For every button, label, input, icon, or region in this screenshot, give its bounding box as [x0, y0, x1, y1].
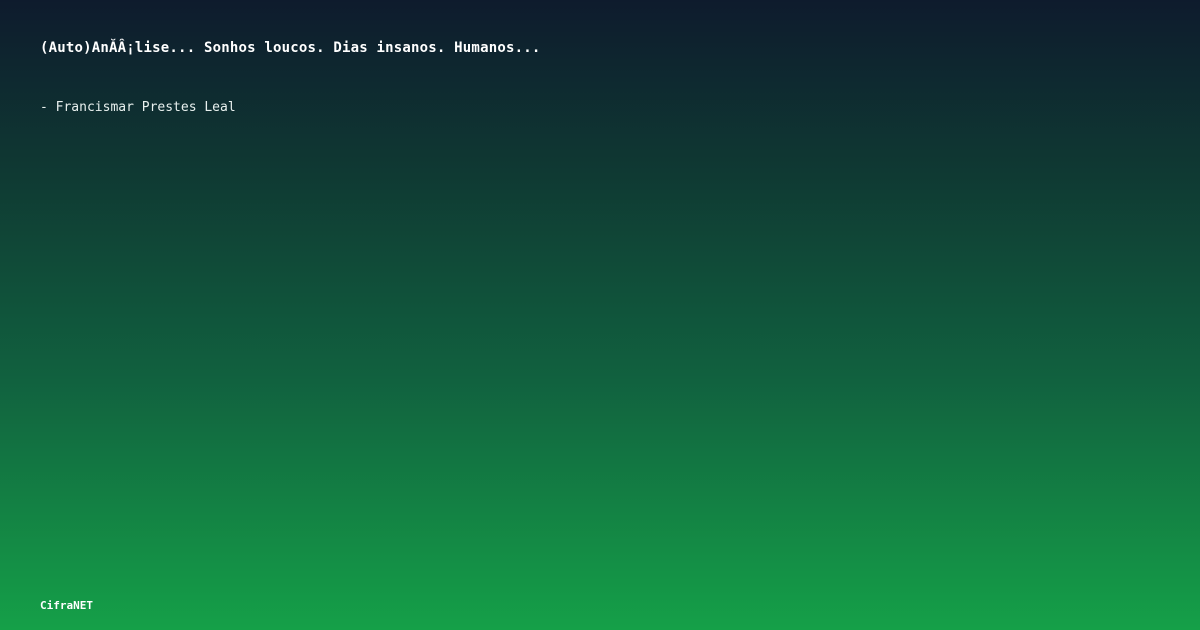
- quote-author: - Francismar Prestes Leal: [40, 100, 236, 115]
- quote-text: (Auto)AnĂÂ¡lise... Sonhos loucos. Dias i…: [40, 40, 541, 56]
- share-card: (Auto)AnĂÂ¡lise... Sonhos loucos. Dias i…: [0, 0, 1200, 630]
- brand-logo-text: CifraNET: [40, 599, 93, 612]
